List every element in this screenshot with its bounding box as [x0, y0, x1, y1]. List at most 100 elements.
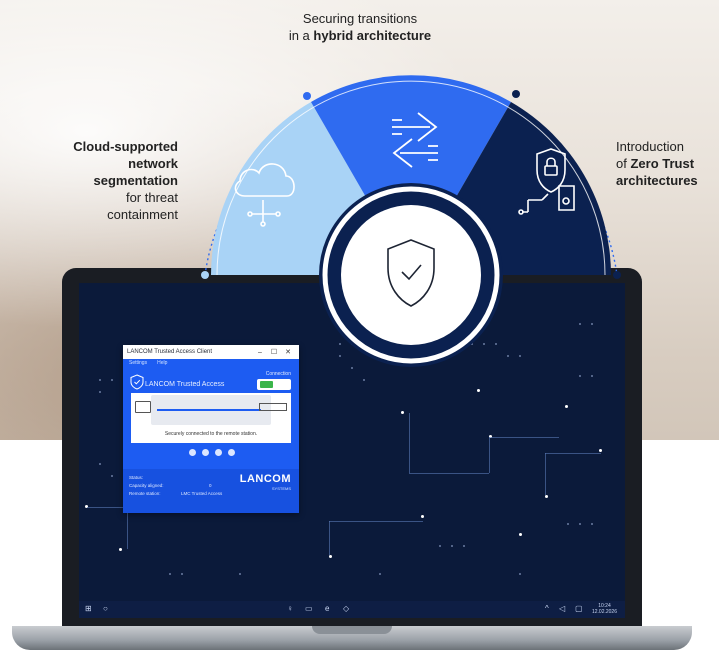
- grid-dot: [591, 323, 593, 325]
- glow-dot: [599, 449, 602, 452]
- status-message: Securely connected to the remote station…: [164, 431, 258, 437]
- label-zero-trust: Introduction of Zero Trust architectures: [616, 139, 698, 188]
- laptop-icon: [135, 401, 151, 413]
- grid-dot: [339, 343, 341, 345]
- grid-dot: [181, 573, 183, 575]
- footer-remote-label: Remote station:: [129, 491, 161, 496]
- notification-icon[interactable]: ▢: [575, 604, 583, 613]
- menu-help[interactable]: Help: [157, 360, 167, 370]
- circuit-trace: [489, 437, 559, 438]
- windows-start-icon[interactable]: ⊞: [85, 604, 92, 613]
- shield-check-icon: [130, 374, 144, 390]
- glow-dot: [519, 533, 522, 536]
- search-icon[interactable]: ○: [103, 604, 108, 613]
- maximize-icon[interactable]: ☐: [267, 348, 281, 356]
- grid-dot: [591, 375, 593, 377]
- grid-dot: [339, 355, 341, 357]
- grid-dot: [471, 343, 473, 345]
- glow-dot: [477, 389, 480, 392]
- laptop-screen: LANCOM Trusted Access Client – ☐ ✕ Setti…: [79, 283, 625, 618]
- circuit-trace: [489, 437, 490, 473]
- chevron-up-icon[interactable]: ^: [545, 604, 549, 613]
- footer-capacity-label: Capacity aligned:: [129, 483, 164, 488]
- circuit-trace: [329, 521, 330, 555]
- browser-icon[interactable]: e: [325, 604, 329, 613]
- microphone-icon[interactable]: ♀: [287, 604, 293, 613]
- grid-dot: [351, 367, 353, 369]
- cloud-icon[interactable]: [228, 449, 235, 456]
- footer-remote-value: LMC Trusted Access: [181, 491, 223, 496]
- grid-dot: [111, 475, 113, 477]
- grid-dot: [99, 463, 101, 465]
- minimize-icon[interactable]: –: [253, 349, 267, 356]
- connection-line: [157, 409, 261, 411]
- grid-dot: [495, 343, 497, 345]
- glow-dot: [421, 515, 424, 518]
- grid-dot: [451, 545, 453, 547]
- grid-dot: [579, 323, 581, 325]
- lancom-logo: LANCOM: [239, 473, 291, 485]
- client-menu: Settings Help: [123, 359, 299, 371]
- glow-dot: [119, 548, 122, 551]
- footer-capacity-value: 0: [209, 483, 212, 488]
- glow-dot: [401, 411, 404, 414]
- user-icon[interactable]: [202, 449, 209, 456]
- globe-icon[interactable]: [189, 449, 196, 456]
- connection-toggle-knob: [260, 381, 273, 388]
- menu-settings[interactable]: Settings: [129, 360, 147, 370]
- client-brand: LANCOM Trusted Access: [145, 381, 225, 388]
- taskbar-clock[interactable]: 10:24 12.02.2026: [592, 603, 617, 615]
- laptop-base-notch: [312, 626, 392, 634]
- glow-dot: [565, 405, 568, 408]
- connection-label: Connection: [265, 371, 291, 377]
- trusted-access-client-window[interactable]: LANCOM Trusted Access Client – ☐ ✕ Setti…: [123, 345, 299, 513]
- grid-dot: [363, 343, 365, 345]
- circuit-trace: [127, 507, 128, 549]
- grid-dot: [591, 523, 593, 525]
- lancom-logo-sub: SYSTEMS: [271, 486, 291, 491]
- label-hybrid-architecture: Securing transitions in a hybrid archite…: [288, 11, 432, 43]
- grid-dot: [459, 343, 461, 345]
- glow-dot: [545, 495, 548, 498]
- grid-dot: [463, 545, 465, 547]
- glow-dot: [329, 555, 332, 558]
- close-icon[interactable]: ✕: [281, 348, 295, 356]
- circuit-trace: [545, 453, 601, 454]
- grid-dot: [567, 523, 569, 525]
- connection-toggle[interactable]: [257, 379, 291, 390]
- volume-icon[interactable]: ◁: [559, 604, 565, 613]
- grid-dot: [169, 573, 171, 575]
- label-cloud-segmentation: Cloud-supported network segmentation for…: [73, 139, 178, 222]
- grid-dot: [439, 545, 441, 547]
- grid-dot: [519, 355, 521, 357]
- circuit-trace: [87, 507, 127, 508]
- circuit-trace: [409, 473, 489, 474]
- client-status-icons: [189, 449, 235, 456]
- taskbar: ⊞ ○ ♀ ▭ e ◇ ^ ◁ ▢ 10:24 12.02.2026: [79, 601, 625, 618]
- lock-icon[interactable]: [215, 449, 222, 456]
- grid-dot: [99, 391, 101, 393]
- footer-status-label: Status:: [129, 475, 144, 480]
- grid-dot: [363, 379, 365, 381]
- security-icon[interactable]: ◇: [343, 604, 349, 613]
- circuit-trace: [545, 453, 546, 495]
- connection-panel: Securely connected to the remote station…: [131, 393, 291, 443]
- task-view-icon[interactable]: ▭: [305, 604, 313, 613]
- client-title: LANCOM Trusted Access Client: [127, 349, 213, 355]
- grid-dot: [579, 523, 581, 525]
- grid-dot: [351, 343, 353, 345]
- circuit-trace: [409, 413, 410, 473]
- grid-dot: [379, 573, 381, 575]
- grid-dot: [579, 375, 581, 377]
- server-icon: [259, 403, 287, 411]
- grid-dot: [99, 379, 101, 381]
- clock-date: 12.02.2026: [591, 609, 617, 615]
- grid-dot: [483, 343, 485, 345]
- circuit-trace: [329, 521, 423, 522]
- grid-dot: [507, 355, 509, 357]
- grid-dot: [239, 573, 241, 575]
- client-footer: Status: Capacity aligned: 0 Remote stati…: [123, 469, 299, 513]
- client-titlebar[interactable]: LANCOM Trusted Access Client – ☐ ✕: [123, 345, 299, 359]
- grid-dot: [111, 379, 113, 381]
- grid-dot: [519, 573, 521, 575]
